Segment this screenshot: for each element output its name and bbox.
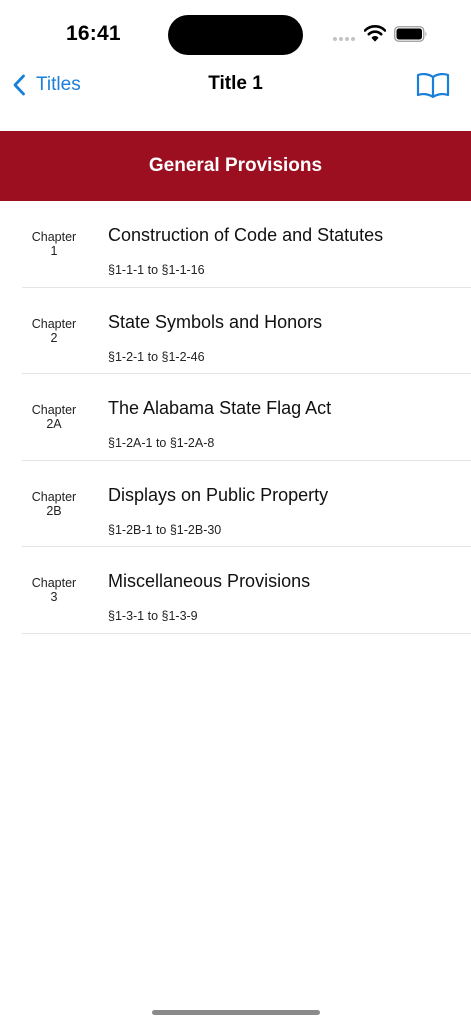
chapter-title: Miscellaneous Provisions [108, 571, 311, 591]
navigation-bar: Titles Title 1 [0, 60, 471, 110]
book-icon[interactable] [416, 71, 450, 99]
chapter-row-2a[interactable]: Chapter 2A The Alabama State Flag Act §1… [22, 374, 471, 461]
battery-icon [394, 26, 427, 42]
chapter-row-2b[interactable]: Chapter 2B Displays on Public Property §… [22, 461, 471, 547]
chapter-section-range: §1-1-1 to §1-1-16 [108, 263, 205, 277]
screen: 16:41 Titles Title 1 General Provisions … [0, 0, 471, 1024]
status-bar: 16:41 [0, 0, 471, 60]
section-banner: General Provisions [0, 131, 471, 201]
back-button-label: Titles [36, 74, 81, 95]
chapter-section-range: §1-2-1 to §1-2-46 [108, 349, 205, 364]
chapter-title: The Alabama State Flag Act [108, 398, 332, 418]
chapter-title: Displays on Public Property [108, 484, 329, 505]
chapter-section-range: §1-2A-1 to §1-2A-8 [108, 436, 215, 450]
chapter-label: Chapter 2B [22, 490, 86, 518]
chapter-label-word: Chapter [31, 230, 77, 244]
chapter-title: State Symbols and Honors [108, 311, 323, 332]
chapter-label: Chapter 1 [22, 230, 86, 258]
banner-title: General Provisions [148, 155, 323, 176]
chapter-label-word: Chapter [31, 576, 77, 590]
chapter-title: Construction of Code and Statutes [108, 225, 384, 245]
back-button[interactable]: Titles [12, 70, 81, 100]
chapter-list: Chapter 1 Construction of Code and Statu… [0, 201, 471, 634]
chapter-section-range: §1-3-1 to §1-3-9 [108, 609, 198, 623]
chapter-row-3[interactable]: Chapter 3 Miscellaneous Provisions §1-3-… [22, 547, 471, 634]
chapter-label-word: Chapter [31, 489, 77, 504]
home-indicator[interactable] [152, 1010, 320, 1015]
chapter-number: 2A [46, 417, 62, 431]
chapter-label: Chapter 2A [22, 403, 86, 431]
chapter-number: 3 [50, 590, 58, 604]
chapter-label-word: Chapter [31, 403, 77, 417]
chapter-number: 2B [46, 503, 62, 518]
chapter-number: 2 [50, 330, 58, 345]
chapter-number: 1 [50, 244, 58, 258]
chapter-label-word: Chapter [31, 316, 77, 331]
dynamic-island [168, 15, 303, 55]
chapter-row-1[interactable]: Chapter 1 Construction of Code and Statu… [22, 201, 471, 288]
chapter-section-range: §1-2B-1 to §1-2B-30 [108, 522, 222, 537]
wifi-icon [364, 25, 386, 42]
chapter-label: Chapter 3 [22, 576, 86, 604]
chapter-label: Chapter 2 [22, 317, 86, 345]
chevron-left-icon [13, 74, 25, 96]
chapter-row-2[interactable]: Chapter 2 State Symbols and Honors §1-2-… [22, 288, 471, 374]
cellular-signal-icon [333, 37, 355, 41]
status-time: 16:41 [66, 22, 121, 45]
